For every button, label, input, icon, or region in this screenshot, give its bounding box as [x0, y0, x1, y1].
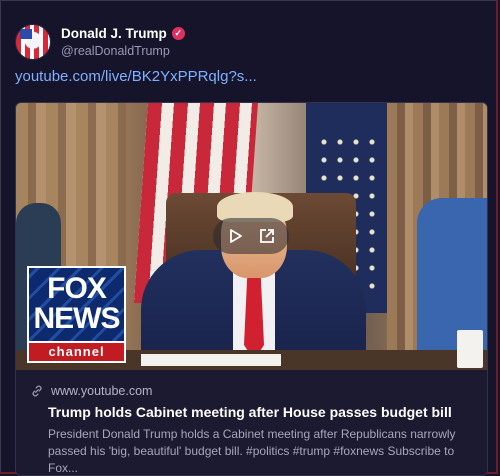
author-handle[interactable]: @realDonaldTrump: [61, 44, 185, 58]
fox-logo-line3: channel: [29, 343, 124, 361]
post-header: Donald J. Trump ✓ @realDonaldTrump: [15, 20, 185, 64]
verified-badge-icon: ✓: [171, 27, 185, 40]
domain-row: www.youtube.com: [30, 384, 152, 398]
card-meta[interactable]: www.youtube.com Trump holds Cabinet meet…: [16, 370, 487, 475]
video-controls: [213, 218, 289, 254]
play-icon[interactable]: [225, 226, 245, 246]
cup: [457, 330, 483, 368]
post-link[interactable]: youtube.com/live/BK2YxPPRqlg?s...: [15, 68, 257, 85]
author-info: Donald J. Trump ✓ @realDonaldTrump: [61, 26, 185, 58]
video-thumbnail[interactable]: FOX NEWS channel: [16, 103, 487, 370]
author-name[interactable]: Donald J. Trump: [61, 26, 167, 41]
card-description: President Donald Trump holds a Cabinet m…: [48, 427, 456, 475]
card-title[interactable]: Trump holds Cabinet meeting after House …: [48, 404, 452, 420]
card-domain: www.youtube.com: [51, 384, 153, 398]
link-preview-card[interactable]: FOX NEWS channel www.youtube.com Trump h…: [15, 102, 488, 476]
fox-logo-line2: NEWS: [33, 302, 121, 335]
fox-logo-line1: FOX: [47, 272, 107, 305]
author-name-row: Donald J. Trump ✓: [61, 26, 185, 41]
papers: [141, 354, 281, 366]
external-link-icon[interactable]: [257, 226, 277, 246]
link-icon: [32, 385, 42, 397]
avatar[interactable]: [15, 24, 51, 60]
fox-news-logo: FOX NEWS channel: [27, 266, 126, 363]
